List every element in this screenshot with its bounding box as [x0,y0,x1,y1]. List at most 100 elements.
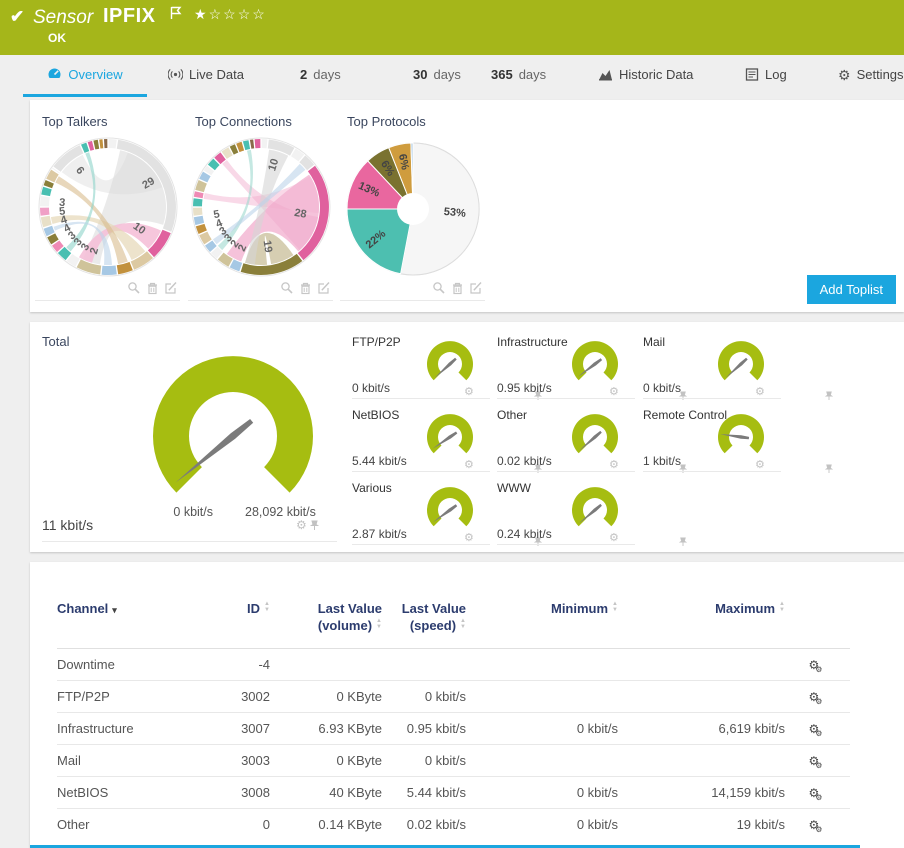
toplist-title: Top Connections [195,114,333,129]
sort-icon: ▲▼ [779,602,785,614]
edit-icon[interactable] [164,281,178,295]
top-talkers-chord-chart[interactable]: 2910623334453 [38,133,178,281]
cell-minimum: 0 kbit/s [466,777,618,809]
total-gauge-min: 0 kbit/s [130,505,213,519]
gauge-value: 0.02 kbit/s [497,454,552,468]
cell-last-value-speed: 0.95 kbit/s [382,713,466,745]
tab-2-days[interactable]: 2days [300,55,341,94]
gauge-arc [153,356,313,493]
pin-icon[interactable] [310,520,319,531]
divider [497,544,635,545]
table-row-netbios: NetBIOS300840 KByte5.44 kbit/s0 kbit/s14… [57,777,850,809]
gauge [567,339,623,389]
edit-icon[interactable] [317,281,331,295]
gauge-label: WWW [497,481,531,495]
gear-icon[interactable]: ⚙ [464,533,474,544]
cell-channel[interactable]: Other [57,809,222,841]
cell-channel[interactable]: NetBIOS [57,777,222,809]
cell-minimum [466,649,618,681]
tab-overview[interactable]: Overview [23,55,147,97]
channel-gauge-infrastructure: Infrastructure0.95 kbit/s⚙ [497,335,637,408]
divider [497,398,635,399]
cell-last-value-volume: 0.14 KByte [270,809,382,841]
gauge-value: 0 kbit/s [643,381,681,395]
channel-settings-icon[interactable]: ⚙⚙ [809,754,827,767]
sensor-name: IPFIX [103,5,156,28]
zoom-icon[interactable] [127,281,141,295]
toplist-top-connections: Top Connections 281910223345 [188,108,333,301]
gauge [713,412,769,462]
tab-log[interactable]: Log [745,55,787,94]
cell-channel[interactable]: Infrastructure [57,713,222,745]
cell-id: 0 [222,809,270,841]
channel-gauge-ftp-p2p: FTP/P2P0 kbit/s⚙ [352,335,492,408]
table-row-infrastructure: Infrastructure30076.93 KByte0.95 kbit/s0… [57,713,850,745]
gauge-icon [47,68,62,81]
top-protocols-pie-chart[interactable]: 53%22%13%6%6% [343,133,483,281]
chord-segment [93,140,99,150]
gear-icon[interactable]: ⚙ [609,460,619,471]
star-icon[interactable]: ☆ [209,6,224,22]
gear-icon[interactable]: ⚙ [755,460,765,471]
column-header-last-value[interactable]: Last Value(volume)▲▼ [270,562,382,649]
chart-label: 19 [260,239,274,253]
column-header-maximum[interactable]: Maximum▲▼ [618,562,785,649]
add-toplist-button[interactable]: Add Toplist [807,275,896,304]
delete-icon[interactable] [146,281,159,295]
star-icon[interactable]: ☆ [238,6,253,22]
channel-settings-icon[interactable]: ⚙⚙ [809,818,827,831]
channel-settings-icon[interactable]: ⚙⚙ [809,690,827,703]
chord-segment [101,266,116,275]
total-gauge-max: 28,092 kbit/s [245,505,316,519]
channel-gauge-www: WWW0.24 kbit/s⚙ [497,481,637,554]
tab-30-days[interactable]: 30days [413,55,461,94]
column-header-channel[interactable]: Channel▾ [57,562,222,649]
gear-icon[interactable]: ⚙ [464,460,474,471]
table-row-ftp-p2p: FTP/P2P30020 KByte0 kbit/s⚙⚙ [57,681,850,713]
tab-bar: Overview Live Data 2days 30days 365days Histo… [0,55,904,97]
chord-segment [261,139,267,148]
edit-icon[interactable] [469,281,483,295]
tab-historic-data[interactable]: Historic Data [598,55,693,94]
top-connections-chord-chart[interactable]: 281910223345 [191,133,331,281]
channel-settings-icon[interactable]: ⚙⚙ [809,658,827,671]
zoom-icon[interactable] [432,281,446,295]
column-header-id[interactable]: ID▲▼ [222,562,270,649]
status-check-icon: ✔ [10,7,24,27]
gear-icon[interactable]: ⚙ [609,533,619,544]
cell-maximum [618,681,785,713]
gear-icon[interactable]: ⚙ [464,387,474,398]
channel-settings-icon[interactable]: ⚙⚙ [809,786,827,799]
delete-icon[interactable] [299,281,312,295]
delete-icon[interactable] [451,281,464,295]
column-header-last-value[interactable]: Last Value(speed)▲▼ [382,562,466,649]
gear-icon[interactable]: ⚙ [609,387,619,398]
column-header-minimum[interactable]: Minimum▲▼ [466,562,618,649]
channel-table: Channel▾ID▲▼Last Value(volume)▲▼Last Val… [57,562,850,840]
cell-last-value-speed: 0.02 kbit/s [382,809,466,841]
channel-settings-icon[interactable]: ⚙⚙ [809,722,827,735]
tab-live-data[interactable]: Live Data [168,55,244,94]
cell-channel[interactable]: Downtime [57,649,222,681]
cell-last-value-volume: 40 KByte [270,777,382,809]
cell-channel[interactable]: Mail [57,745,222,777]
flag-icon[interactable] [170,6,182,25]
star-icon[interactable]: ☆ [223,6,238,22]
priority-stars[interactable]: ★☆☆☆☆ [194,6,267,23]
tab-365-days[interactable]: 365days [491,55,546,94]
toplist-title: Top Protocols [347,114,485,129]
gear-icon[interactable]: ⚙ [296,519,307,531]
gear-icon[interactable]: ⚙ [755,387,765,398]
star-icon[interactable]: ★ [194,6,209,22]
divider [643,471,781,472]
cell-channel[interactable]: FTP/P2P [57,681,222,713]
divider [643,398,781,399]
zoom-icon[interactable] [280,281,294,295]
cell-last-value-speed: 0 kbit/s [382,745,466,777]
cell-last-value-volume: 6.93 KByte [270,713,382,745]
cell-last-value-speed: 0 kbit/s [382,681,466,713]
gauge-arc [427,414,473,453]
star-icon[interactable]: ☆ [252,6,267,22]
chord-segment [108,139,116,149]
tab-settings[interactable]: ⚙Settings [838,55,904,94]
